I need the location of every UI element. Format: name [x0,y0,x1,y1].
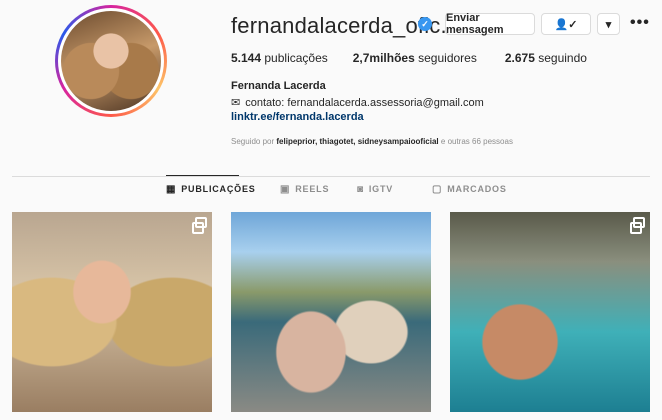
active-tab-indicator [166,175,239,176]
suggested-dropdown-button[interactable]: ▾ [597,13,620,35]
following-count-value: 2.675 [504,51,535,65]
tab-tagged-label: MARCADOS [447,184,507,194]
tab-igtv-label: IGTV [368,184,394,194]
tab-reels[interactable]: ▣ REELS [280,184,329,195]
tab-posts[interactable]: ▦ PUBLICAÇÕES [166,184,256,195]
tabs-divider [12,176,650,177]
followers-count-value: 2,7milhões [352,51,415,65]
post-thumbnail[interactable] [231,212,431,412]
profile-full-name: Fernanda Lacerda [231,80,326,92]
post-thumbnail[interactable] [12,212,212,412]
posts-count-value: 5.144 [231,51,262,65]
post-thumbnail[interactable] [450,212,650,412]
send-message-button[interactable]: Enviar mensagem [445,12,535,36]
envelope-icon: ✉ [231,97,241,109]
followed-by-names: felipeprior, thiagotet, sidneysampaioofi… [276,137,439,146]
profile-stats: 5.144 publicações 2,7milhões seguidores … [231,51,587,65]
tab-igtv[interactable]: ◙ IGTV [357,184,393,195]
tab-reels-label: REELS [295,184,330,194]
tagged-icon: ▢ [432,183,443,195]
bio-email-text: contato: fernandalacerda.assessoria@gmai… [245,96,484,109]
followed-by-prefix: Seguido por [231,137,275,146]
avatar-border [58,8,164,114]
followers-count[interactable]: 2,7milhões seguidores [353,51,477,65]
profile-avatar[interactable] [55,5,167,117]
tab-posts-label: PUBLICAÇÕES [181,184,256,194]
bio-link[interactable]: linktr.ee/fernanda.lacerda [231,111,364,123]
carousel-icon [192,217,207,234]
verified-badge-icon: ✓ [418,17,432,31]
followers-count-label: seguidores [418,51,477,65]
more-options-icon[interactable]: ••• [630,14,650,32]
posts-count-label: publicações [264,51,328,65]
following-count[interactable]: 2.675 seguindo [505,51,587,65]
avatar-image [61,11,161,111]
carousel-icon [630,217,645,234]
following-count-label: seguindo [538,51,587,65]
bio-email: ✉ contato: fernandalacerda.assessoria@gm… [231,96,484,110]
tab-tagged[interactable]: ▢ MARCADOS [432,184,507,195]
grid-icon: ▦ [166,183,177,195]
posts-count: 5.144 publicações [231,51,328,65]
reels-icon: ▣ [280,183,291,195]
igtv-icon: ◙ [357,183,364,195]
followed-by[interactable]: Seguido por felipeprior, thiagotet, sidn… [231,137,513,146]
following-button[interactable]: 👤✓ [541,13,591,35]
followed-by-suffix: e outras 66 pessoas [440,137,513,146]
